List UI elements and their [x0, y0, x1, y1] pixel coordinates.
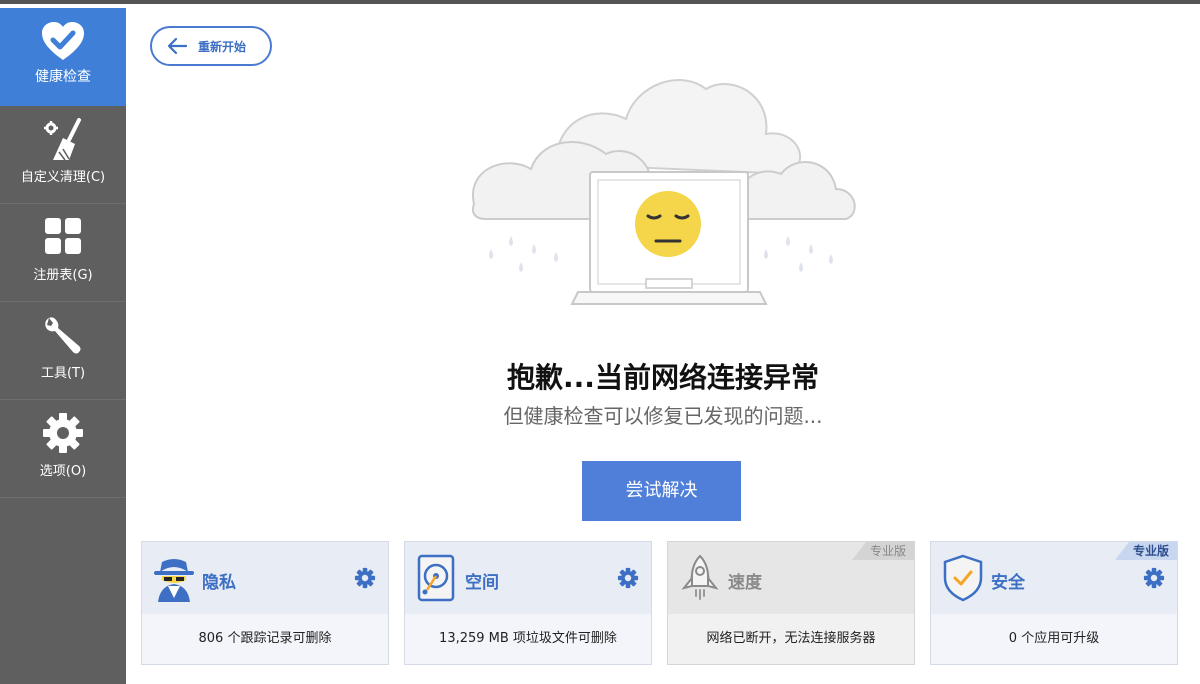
heart-check-icon [39, 20, 87, 64]
security-card[interactable]: 安全 专业版 0 个应用可升级 [930, 541, 1178, 665]
card-title: 速度 [728, 568, 762, 593]
sidebar-item-registry[interactable]: 注册表(G) [0, 204, 126, 302]
restart-button[interactable]: 重新开始 [150, 26, 272, 66]
gear-icon [39, 412, 87, 456]
card-header: 空间 [405, 542, 651, 614]
sidebar-item-tools[interactable]: 工具(T) [0, 302, 126, 400]
sidebar-item-options[interactable]: 选项(O) [0, 400, 126, 498]
no-network-illustration [466, 64, 866, 314]
card-description: 806 个跟踪记录可删除 [142, 614, 388, 664]
sidebar-item-label: 注册表(G) [0, 264, 126, 283]
app-window: 健康检查 自定义清理(C) 注册表(G) [0, 0, 1200, 680]
card-title: 空间 [465, 568, 499, 593]
card-title: 安全 [991, 568, 1025, 593]
card-title: 隐私 [202, 568, 236, 593]
sidebar-item-custom-clean[interactable]: 自定义清理(C) [0, 106, 126, 204]
broom-icon [39, 118, 87, 162]
card-description: 13,259 MB 项垃圾文件可删除 [405, 614, 651, 664]
space-card[interactable]: 空间 13,259 MB 项垃圾文件可删除 [404, 541, 652, 665]
try-fix-button[interactable]: 尝试解决 [582, 461, 741, 521]
settings-gear-icon[interactable] [354, 567, 376, 589]
settings-gear-icon[interactable] [1143, 567, 1165, 589]
sidebar-item-label: 健康检查 [0, 66, 126, 86]
sidebar-item-label: 选项(O) [0, 460, 126, 479]
privacy-card[interactable]: 隐私 806 个跟踪记录可删除 [141, 541, 389, 665]
card-description: 网络已断开，无法连接服务器 [668, 614, 914, 664]
card-description: 0 个应用可升级 [931, 614, 1177, 664]
speed-card[interactable]: 速度 专业版 网络已断开，无法连接服务器 [667, 541, 915, 665]
sidebar-item-label: 工具(T) [0, 362, 126, 381]
sidebar-item-health-check[interactable]: 健康检查 [0, 8, 126, 106]
arrow-left-icon [166, 36, 188, 56]
card-header: 隐私 [142, 542, 388, 614]
sidebar: 健康检查 自定义清理(C) 注册表(G) [0, 8, 126, 684]
settings-gear-icon[interactable] [617, 567, 639, 589]
main-panel: 重新开始 [126, 8, 1200, 684]
registry-grid-icon [39, 216, 87, 260]
pro-badge: 专业版 [852, 542, 914, 560]
card-header: 速度 专业版 [668, 542, 914, 614]
card-header: 安全 专业版 [931, 542, 1177, 614]
spy-icon [152, 554, 196, 602]
rocket-icon [678, 554, 722, 602]
pro-badge: 专业版 [1115, 542, 1177, 560]
hard-drive-icon [415, 554, 459, 602]
restart-label: 重新开始 [198, 38, 246, 55]
error-headline: 抱歉...当前网络连接异常 [126, 356, 1200, 396]
wrench-icon [39, 314, 87, 358]
error-subline: 但健康检查可以修复已发现的问题... [126, 400, 1200, 429]
sidebar-item-label: 自定义清理(C) [0, 166, 126, 185]
shield-check-icon [941, 554, 985, 602]
